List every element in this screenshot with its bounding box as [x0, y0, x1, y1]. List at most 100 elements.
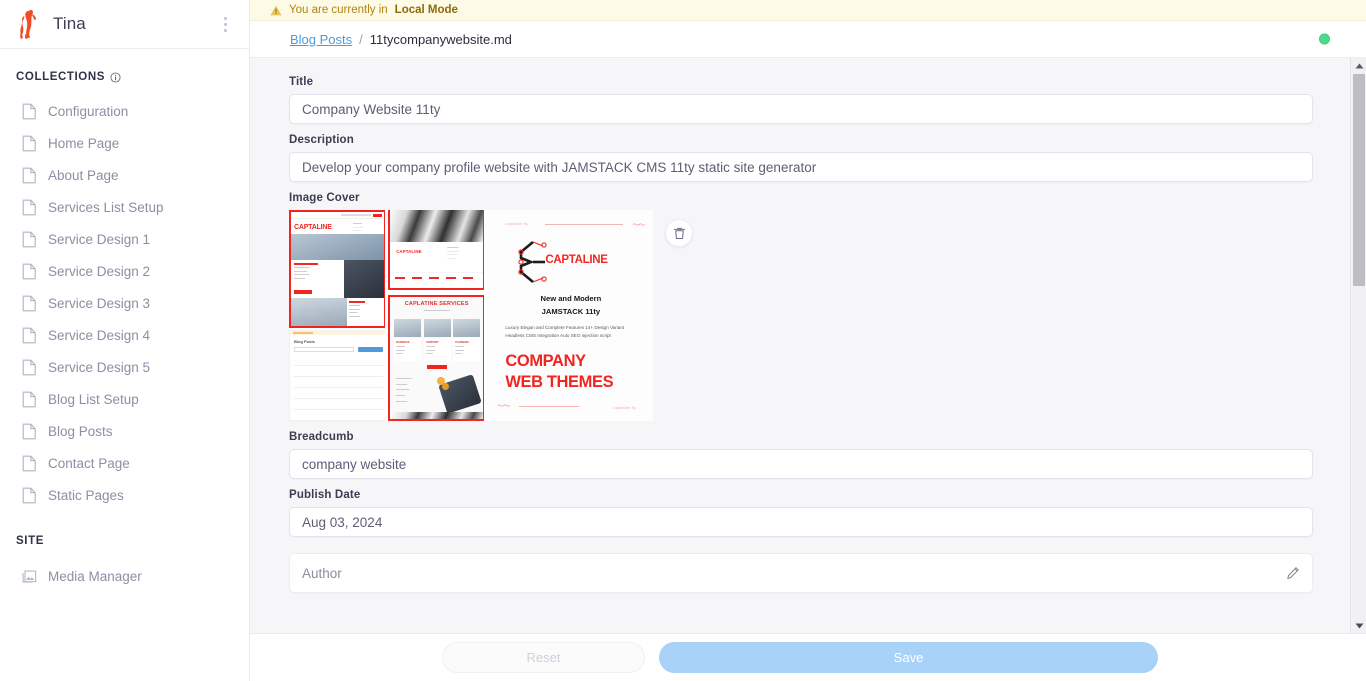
save-button[interactable]: Save [659, 642, 1158, 673]
description-label: Description [289, 134, 354, 146]
document-icon [22, 455, 36, 471]
description-input[interactable]: Develop your company profile website wit… [289, 152, 1313, 182]
poster-brand: CAPTALINE [545, 254, 608, 266]
sidebar-item-home-page[interactable]: Home Page [0, 127, 249, 159]
document-icon [22, 327, 36, 343]
info-icon[interactable] [110, 71, 121, 83]
title-input[interactable]: Company Website 11ty [289, 94, 1313, 124]
sidebar-item-about-page[interactable]: About Page [0, 159, 249, 191]
scroll-thumb[interactable] [1353, 74, 1365, 286]
sidebar-item-services-list-setup[interactable]: Services List Setup [0, 191, 249, 223]
publish-date-label: Publish Date [289, 489, 361, 501]
sidebar-item-label: Service Design 4 [48, 327, 151, 343]
field-title: Title Company Website 11ty [289, 76, 1313, 124]
document-icon [22, 167, 36, 183]
sidebar-item-label: Blog Posts [48, 423, 113, 439]
publish-date-input[interactable]: Aug 03, 2024 [289, 507, 1313, 537]
cover-column-right: captaline.fly 〜〜 CAPTALINE New and Moder… [487, 210, 653, 421]
breadcrumb-separator: / [359, 31, 363, 47]
poster-watermark-bottom: captaline.fly [613, 406, 637, 410]
kebab-menu-icon[interactable] [215, 12, 235, 36]
sidebar-item-service-design-1[interactable]: Service Design 1 [0, 223, 249, 255]
trash-icon [673, 227, 685, 239]
banner-mode: Local Mode [394, 4, 458, 16]
scroll-down-arrow-icon[interactable] [1351, 618, 1366, 633]
collections-label: COLLECTIONS [16, 71, 106, 83]
field-author-group[interactable]: Author [289, 553, 1313, 593]
local-mode-banner: You are currently in Local Mode [250, 0, 1366, 21]
document-icon [22, 103, 36, 119]
vertical-scrollbar[interactable] [1350, 58, 1366, 633]
document-icon [22, 295, 36, 311]
field-description: Description Develop your company profile… [289, 134, 1313, 182]
poster-big-1: COMPANY [505, 352, 586, 370]
collections-section-header: COLLECTIONS [0, 71, 249, 83]
tina-llama-logo [20, 9, 36, 39]
sidebar-item-contact-page[interactable]: Contact Page [0, 447, 249, 479]
image-icon [22, 570, 37, 582]
sidebar-item-media-manager[interactable]: Media Manager [0, 560, 249, 592]
document-form: Title Company Website 11ty Description D… [250, 58, 1366, 633]
breadcrumb-parent-link[interactable]: Blog Posts [290, 32, 352, 47]
banner-text: You are currently in [289, 4, 388, 16]
poster-watermark-top: captaline.fly [505, 222, 529, 226]
reset-button[interactable]: Reset [442, 642, 645, 673]
sidebar-item-label: Service Design 2 [48, 263, 151, 279]
document-icon [22, 263, 36, 279]
breadcumb-label: Breadcumb [289, 431, 354, 443]
poster-headline-2: JAMSTACK 11ty [541, 307, 601, 316]
sidebar-item-label: Media Manager [48, 568, 142, 584]
sidebar-item-service-design-2[interactable]: Service Design 2 [0, 255, 249, 287]
field-breadcumb: Breadcumb company website [289, 431, 1313, 479]
document-icon [22, 423, 36, 439]
sidebar-item-label: Blog List Setup [48, 391, 139, 407]
scroll-up-arrow-icon[interactable] [1351, 58, 1366, 73]
document-icon [22, 135, 36, 151]
sidebar-body: COLLECTIONS Configuration Home Page About … [0, 49, 249, 592]
cover-column-middle: CAPTALINE ▬▬▬▬▬ ▭▭▭▭▭▭ ▭▭▭▭▭ ▭▭▭▭ CAPLAT… [388, 210, 485, 421]
document-icon [22, 487, 36, 503]
site-list: Media Manager [0, 560, 249, 592]
sidebar-item-service-design-4[interactable]: Service Design 4 [0, 319, 249, 351]
sidebar-header: Tina [0, 0, 249, 49]
image-cover-preview[interactable]: CAPTALINE ▬▬▬▬ ▭▭▭▭▭ ▭▭▭▭ ▬▬▬▬▬▬▬ ▬▬▬▬▬▬ ▬▬▬… [289, 210, 653, 421]
sidebar-item-label: Contact Page [48, 455, 130, 471]
sidebar-item-label: Configuration [48, 103, 129, 119]
pencil-icon[interactable] [1286, 566, 1300, 580]
poster-headline-1: New and Modern [540, 294, 602, 303]
sidebar-item-label: About Page [48, 167, 119, 183]
document-icon [22, 231, 36, 247]
sidebar-item-blog-posts[interactable]: Blog Posts [0, 415, 249, 447]
status-badge [1319, 33, 1330, 45]
tina-cms-app: Tina COLLECTIONS Configuration Home Page A… [0, 0, 1366, 681]
sidebar-item-service-design-5[interactable]: Service Design 5 [0, 351, 249, 383]
sidebar-item-label: Service Design 5 [48, 359, 151, 375]
sidebar-item-label: Service Design 3 [48, 295, 151, 311]
sidebar-item-service-design-3[interactable]: Service Design 3 [0, 287, 249, 319]
sidebar-item-static-pages[interactable]: Static Pages [0, 479, 249, 511]
warning-triangle-icon [270, 5, 282, 15]
breadcrumb: Blog Posts / 11tycompanywebsite.md [250, 21, 1366, 58]
sidebar-item-label: Services List Setup [48, 199, 164, 215]
field-publish-date: Publish Date Aug 03, 2024 [289, 489, 1313, 537]
collections-list: Configuration Home Page About Page Services… [0, 95, 249, 511]
brand-title: Tina [53, 14, 86, 33]
site-section-header: SITE [0, 535, 249, 547]
document-icon [22, 359, 36, 375]
document-icon [22, 199, 36, 215]
sidebar-item-configuration[interactable]: Configuration [0, 95, 249, 127]
form-scroll-area: Title Company Website 11ty Description D… [250, 58, 1366, 633]
sidebar-item-label: Service Design 1 [48, 231, 151, 247]
title-label: Title [289, 76, 314, 88]
cover-column-left: CAPTALINE ▬▬▬▬ ▭▭▭▭▭ ▭▭▭▭ ▬▬▬▬▬▬▬ ▬▬▬▬▬▬ ▬▬▬… [289, 210, 386, 421]
breadcumb-input[interactable]: company website [289, 449, 1313, 479]
poster-big-2: WEB THEMES [505, 373, 614, 391]
document-icon [22, 391, 36, 407]
sidebar-item-label: Static Pages [48, 487, 124, 503]
poster-body: Luxury Elegan and Complete Features 14+ … [505, 325, 625, 338]
breadcrumb-current: 11tycompanywebsite.md [369, 31, 512, 47]
field-image-cover: Image Cover CAPTALINE ▬▬▬▬ ▭▭▭▭▭ ▭▭▭▭ ▬▬… [289, 192, 1312, 421]
main-panel: You are currently in Local Mode Blog Pos… [250, 0, 1366, 681]
delete-image-button[interactable] [665, 219, 693, 247]
sidebar-item-blog-list-setup[interactable]: Blog List Setup [0, 383, 249, 415]
